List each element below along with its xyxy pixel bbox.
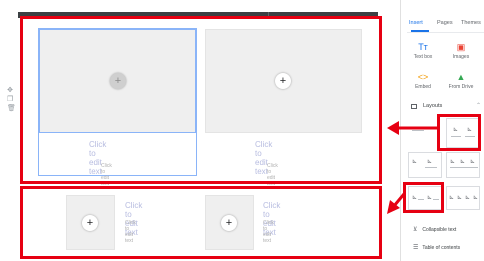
tool-label: From Drive <box>448 84 474 90</box>
image-mark-icon: ⊾ <box>449 195 455 201</box>
thumb-line <box>450 167 478 168</box>
table-of-contents-icon: ☰ <box>413 245 419 251</box>
duplicate-icon[interactable]: ❐ <box>7 96 13 103</box>
move-icon[interactable]: ✥ <box>7 87 13 94</box>
thumb-line <box>425 167 437 168</box>
panel-tabs: Insert Pages Themes <box>407 18 484 32</box>
image-mark-icon: ⊾ <box>450 159 456 165</box>
layouts-icon <box>411 104 417 109</box>
from-drive-tool[interactable]: ▲ From Drive <box>443 72 479 90</box>
drive-icon: ▲ <box>456 72 466 82</box>
images-icon: ▣ <box>456 42 466 52</box>
tool-label: Text box <box>413 54 433 60</box>
annotation-box-top-section <box>20 16 382 184</box>
annotation-box-bottom-section <box>20 186 382 259</box>
tool-label: Embed <box>415 84 431 90</box>
layout-three-images[interactable]: ⊾ ⊾ ⊾ <box>446 152 480 178</box>
images-tool[interactable]: ▣ Images <box>443 42 479 60</box>
layouts-section-header[interactable]: Layouts ⌃ <box>411 102 481 114</box>
image-mark-icon: ⊾ <box>470 159 476 165</box>
image-mark-icon: ⊾ <box>460 159 466 165</box>
layouts-label: Layouts <box>423 103 443 109</box>
tab-pages[interactable]: Pages <box>437 20 453 26</box>
tool-label: Images <box>452 54 470 60</box>
image-mark-icon: ⊾ <box>473 195 479 201</box>
table-of-contents-item[interactable]: ☰ Table of contents <box>413 244 460 251</box>
annotation-box-layout-two-images <box>437 114 481 151</box>
annotation-box-layout-two-small-images <box>403 182 444 213</box>
tab-themes[interactable]: Themes <box>461 20 481 26</box>
image-mark-icon: ⊾ <box>412 159 418 165</box>
item-label: Table of contents <box>422 245 461 251</box>
collapsible-text-item[interactable]: ⊻ Collapsible text <box>413 226 456 233</box>
embed-tool[interactable]: <> Embed <box>405 72 441 90</box>
embed-icon: <> <box>417 72 429 82</box>
layout-four-small-images[interactable]: ⊾ ⊾ ⊾ ⊾ <box>446 186 480 210</box>
chevron-up-icon: ⌃ <box>475 103 481 109</box>
image-mark-icon: ⊾ <box>457 195 463 201</box>
annotation-arrow-bottom <box>387 193 406 214</box>
text-box-tool[interactable]: Tт Text box <box>405 42 441 60</box>
annotation-arrow-top <box>387 121 437 135</box>
collapsible-text-icon: ⊻ <box>413 227 418 233</box>
divider <box>407 32 484 33</box>
layout-image-text[interactable]: ⊾ ⊾ <box>408 152 442 178</box>
text-box-icon: Tт <box>418 42 428 52</box>
item-label: Collapsible text <box>422 227 457 233</box>
image-mark-icon: ⊾ <box>427 159 433 165</box>
tab-insert[interactable]: Insert <box>409 20 423 26</box>
image-mark-icon: ⊾ <box>465 195 471 201</box>
delete-icon[interactable]: 🗑 <box>7 105 16 112</box>
section-tools: ✥ ❐ 🗑 <box>6 87 16 115</box>
